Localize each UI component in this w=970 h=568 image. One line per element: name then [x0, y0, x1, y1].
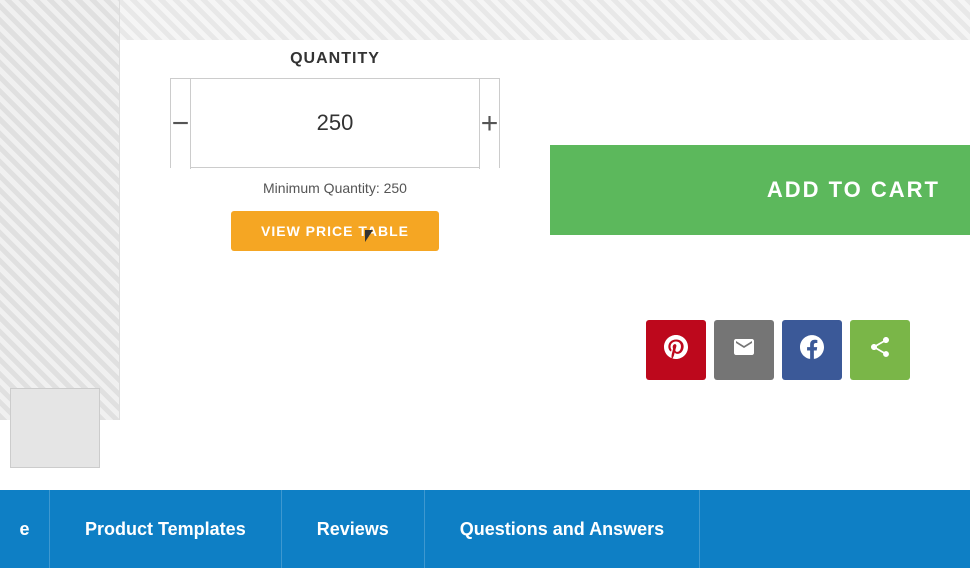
view-price-table-button[interactable]: VIEW PRICE TABLE [231, 211, 439, 251]
tab-product-templates[interactable]: Product Templates [50, 490, 282, 568]
email-icon [732, 335, 756, 365]
left-panel [0, 0, 120, 420]
tab-questions-answers[interactable]: Questions and Answers [425, 490, 700, 568]
minimum-quantity-text: Minimum Quantity: 250 [155, 180, 515, 196]
general-share-button[interactable] [850, 320, 910, 380]
quantity-control: − + [170, 78, 500, 168]
left-panel-image [0, 0, 119, 420]
facebook-share-button[interactable] [782, 320, 842, 380]
quantity-decrement-button[interactable]: − [171, 79, 191, 169]
share-icon [868, 335, 892, 365]
tab-partial-label: e [19, 519, 29, 540]
add-to-cart-button[interactable]: ADD TO CART [550, 145, 970, 235]
quantity-increment-button[interactable]: + [479, 79, 499, 169]
bottom-navigation-tabs: e Product Templates Reviews Questions an… [0, 490, 970, 568]
social-share-buttons [646, 320, 910, 380]
email-share-button[interactable] [714, 320, 774, 380]
top-area [0, 0, 970, 40]
tab-qa-label: Questions and Answers [460, 519, 664, 540]
quantity-input[interactable] [191, 79, 479, 167]
tab-reviews[interactable]: Reviews [282, 490, 425, 568]
facebook-icon [800, 335, 824, 365]
quantity-section: QUANTITY − + Minimum Quantity: 250 VIEW … [155, 50, 515, 251]
pinterest-share-button[interactable] [646, 320, 706, 380]
quantity-label: QUANTITY [155, 50, 515, 68]
tab-product-templates-label: Product Templates [85, 519, 246, 540]
thumbnail-image [10, 388, 100, 468]
tab-partial-left[interactable]: e [0, 490, 50, 568]
tab-reviews-label: Reviews [317, 519, 389, 540]
main-content: QUANTITY − + Minimum Quantity: 250 VIEW … [0, 0, 970, 568]
pinterest-icon [664, 335, 688, 365]
